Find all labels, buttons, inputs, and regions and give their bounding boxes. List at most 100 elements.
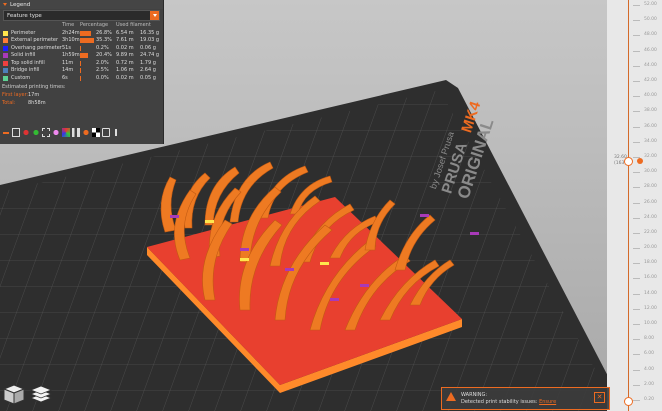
- row-time: 6s: [62, 74, 68, 81]
- row-percentage: 0.2%: [96, 44, 109, 51]
- wipe-icon[interactable]: [12, 128, 20, 137]
- tick-label: 4.00: [644, 366, 655, 372]
- row-percentage: 35.3%: [96, 37, 112, 43]
- row-percentage: 26.8%: [96, 29, 112, 36]
- row-name: Perimeter: [11, 29, 36, 36]
- legend-row[interactable]: Top solid infill 11m 2.0% 0.72 m 1.79 g: [0, 60, 163, 68]
- total-value: 8h58m: [28, 100, 46, 106]
- center-of-gravity-icon[interactable]: [92, 128, 100, 137]
- deretractions-icon[interactable]: [32, 128, 40, 137]
- row-length: 6.54 m: [116, 29, 134, 36]
- first-layer-value: 17m: [28, 92, 40, 98]
- col-time: Time: [62, 22, 75, 28]
- row-length: 0.02 m: [116, 44, 134, 51]
- warning-notification: WARNING: Detected print stability issues…: [441, 387, 610, 410]
- legend-column-headers: Time Percentage Used filament: [0, 22, 163, 30]
- warning-message-line: Detected print stability issues: Ensure: [461, 399, 556, 405]
- tick-mark: [633, 35, 640, 37]
- legend-row[interactable]: Custom 6s 0.0% 0.02 m 0.05 g: [0, 75, 163, 83]
- tick-mark: [633, 217, 640, 219]
- tick-mark: [633, 50, 640, 52]
- warning-link[interactable]: Ensure: [539, 399, 556, 405]
- pause-prints-icon[interactable]: [72, 128, 80, 137]
- percentage-bar: [80, 30, 91, 36]
- row-percentage: 2.0%: [96, 59, 109, 66]
- row-weight: 1.79 g: [140, 59, 156, 66]
- color-swatch: [3, 75, 8, 81]
- tick-mark: [633, 80, 640, 82]
- tick-label: 6.00: [644, 351, 655, 357]
- legend-rows: Perimeter 2h24m 26.8% 6.54 m 16.35 g External…: [0, 30, 163, 83]
- legend-row[interactable]: Bridge infill 14m 2.5% 1.06 m 2.64 g: [0, 67, 163, 75]
- tick-mark: [633, 20, 640, 22]
- tick-mark: [633, 308, 640, 310]
- row-length: 9.89 m: [116, 52, 134, 58]
- warning-title: WARNING:: [461, 392, 488, 398]
- 3d-view-button[interactable]: [1, 380, 27, 406]
- percentage-bar: [80, 60, 81, 66]
- tick-mark: [633, 96, 640, 98]
- tick-label: 44.00: [644, 62, 657, 68]
- preview-layers-button[interactable]: [28, 380, 54, 406]
- tick-label: 2.00: [644, 381, 655, 387]
- row-name: External perimeter: [11, 37, 59, 43]
- shells-icon[interactable]: [102, 128, 110, 137]
- tick-mark: [633, 141, 640, 143]
- tick-label: 32.00: [644, 153, 657, 159]
- total-label: Total:: [2, 100, 16, 106]
- custom-gcodes-icon[interactable]: [82, 128, 90, 137]
- row-name: Bridge infill: [11, 67, 40, 73]
- warning-icon: [446, 392, 456, 401]
- lower-thumb[interactable]: [624, 397, 633, 406]
- legend-row[interactable]: Perimeter 2h24m 26.8% 6.54 m 16.35 g: [0, 30, 163, 38]
- tick-label: 30.00: [644, 169, 657, 175]
- tick-label: 50.00: [644, 17, 657, 23]
- tick-label: 52.00: [644, 2, 657, 7]
- row-percentage: 20.4%: [96, 52, 112, 58]
- close-icon[interactable]: ✕: [594, 392, 605, 403]
- row-length: 0.02 m: [116, 74, 134, 81]
- col-used-filament: Used filament: [116, 22, 151, 28]
- visibility-toolbar: [2, 128, 120, 137]
- legend-row[interactable]: Solid infill 1h59m 20.4% 9.89 m 24.74 g: [0, 52, 163, 60]
- tick-label: 10.00: [644, 321, 657, 327]
- percentage-bar: [80, 53, 89, 58]
- tool-changes-icon[interactable]: [52, 128, 60, 137]
- tick-mark: [633, 369, 640, 371]
- retractions-icon[interactable]: [22, 128, 30, 137]
- upper-thumb[interactable]: [624, 157, 633, 166]
- seams-icon[interactable]: [42, 128, 50, 137]
- tick-mark: [633, 5, 640, 6]
- tick-label: 12.00: [644, 305, 657, 311]
- row-weight: 24.74 g: [140, 52, 160, 58]
- color-changes-icon[interactable]: [62, 128, 70, 137]
- row-weight: 16.35 g: [140, 29, 160, 36]
- view-type-dropdown[interactable]: Feature type: [3, 10, 160, 21]
- tick-mark: [633, 126, 640, 128]
- travel-icon[interactable]: [2, 128, 10, 137]
- tick-mark: [633, 354, 640, 356]
- row-weight: 2.64 g: [140, 67, 156, 73]
- tick-label: 8.00: [644, 336, 655, 342]
- tick-label: 34.00: [644, 138, 657, 144]
- layers-icon: [29, 385, 53, 403]
- tick-label: 28.00: [644, 184, 657, 190]
- tick-mark: [633, 65, 640, 67]
- row-time: 2h24m: [62, 29, 80, 36]
- row-name: Top solid infill: [11, 59, 45, 66]
- tick-label: 48.00: [644, 32, 657, 38]
- legend-header[interactable]: Legend: [0, 0, 163, 9]
- tick-label: 36.00: [644, 123, 657, 129]
- tick-mark: [633, 293, 640, 295]
- tick-label: 20.00: [644, 245, 657, 251]
- tick-label: 46.00: [644, 47, 657, 53]
- tick-label: 38.00: [644, 108, 657, 114]
- legend-row[interactable]: Overhang perimeter 51s 0.2% 0.02 m 0.06 g: [0, 45, 163, 53]
- color-swatch: [3, 68, 8, 73]
- warning-message: Detected print stability issues:: [461, 399, 538, 405]
- row-time: 1h59m: [62, 52, 80, 58]
- tick-label: 26.00: [644, 199, 657, 205]
- tool-marker-icon[interactable]: [112, 128, 120, 137]
- legend-row[interactable]: External perimeter 3h10m 35.3% 7.61 m 19.03 …: [0, 37, 163, 45]
- layer-slider-track[interactable]: [628, 0, 629, 411]
